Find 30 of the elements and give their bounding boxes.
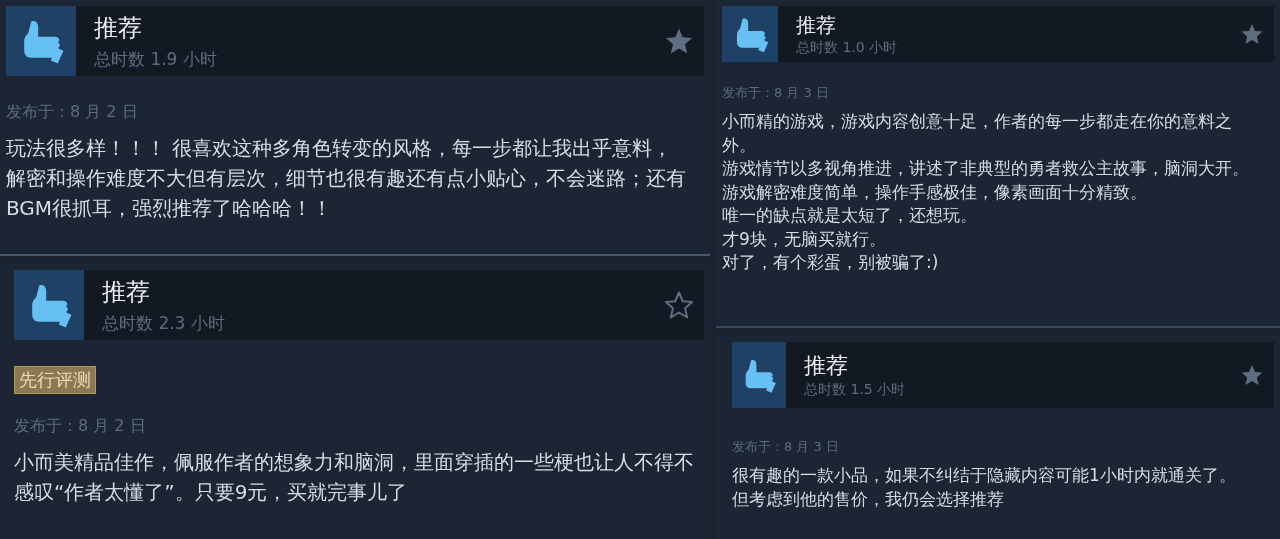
post-date: 发布于：8 月 3 日 — [722, 84, 830, 102]
review-verdict: 推荐 — [804, 352, 849, 380]
review-text: 小而精的游戏，游戏内容创意十足，作者的每一步都走在你的意料之外。 — [722, 110, 1233, 157]
review-verdict: 推荐 — [796, 11, 837, 39]
review-text: 游戏情节以多视角推进，讲述了非典型的勇者救公主故事，脑洞大开。 — [722, 157, 1250, 180]
review-text: 小而美精品佳作，佩服作者的想象力和脑洞，里面穿插的一些梗也让人不得不感叹“作者太懂了”。只要9元，买就完事儿了 — [14, 449, 694, 506]
star-icon[interactable] — [1240, 22, 1264, 46]
review-verdict: 推荐 — [102, 276, 151, 308]
post-date: 发布于：8 月 2 日 — [14, 416, 147, 437]
review-text: 但考虑到他的售价，我仍会选择推荐 — [732, 487, 1005, 511]
playtime: 总时数 1.5 小时 — [804, 381, 907, 399]
review-text: 才9块，无脑买就行。 — [722, 227, 887, 251]
review-text: 唯一的缺点就是太短了，还想玩。 — [722, 204, 978, 227]
thumbs-up-icon — [722, 6, 778, 62]
review-text: 很有趣的一款小品，如果不纠结于隐藏内容可能1小时内就通关了。 — [732, 464, 1237, 487]
post-date: 发布于：8 月 3 日 — [732, 438, 840, 456]
review-text: 游戏解密难度简单，操作手感极佳，像素画面十分精致。 — [722, 180, 1148, 204]
review-verdict: 推荐 — [94, 12, 143, 44]
playtime: 总时数 1.0 小时 — [796, 38, 899, 57]
early-access-badge: 先行评测 — [14, 366, 96, 394]
thumbs-up-icon — [732, 342, 786, 408]
star-icon[interactable] — [664, 290, 694, 320]
post-date: 发布于：8 月 2 日 — [6, 102, 139, 123]
star-icon[interactable] — [1240, 363, 1264, 387]
thumbs-up-icon — [14, 270, 84, 340]
thumbs-up-icon — [6, 6, 76, 76]
playtime: 总时数 2.3 小时 — [102, 311, 226, 335]
playtime: 总时数 1.9 小时 — [94, 47, 218, 71]
review-text: 玩法很多样！！！ 很喜欢这种多角色转变的风格，每一步都让我出乎意料，解密和操作难度不大但有层次，细节也很有趣还有点小贴心，不会迷路；还有BGM很抓耳，强烈推荐了哈哈哈！！ — [6, 135, 686, 222]
review-text: 对了，有个彩蛋，别被骗了:) — [722, 251, 940, 274]
